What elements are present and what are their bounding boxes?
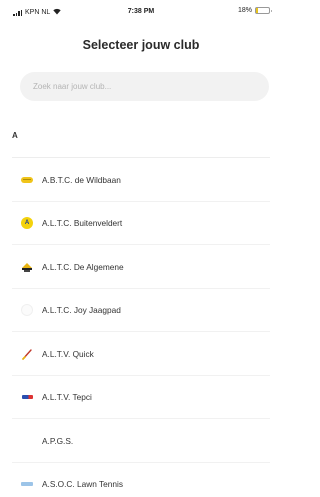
search-input[interactable]: [20, 72, 269, 101]
wildbaan-logo-icon: [21, 174, 33, 186]
status-bar: KPN NL 7:38 PM 18%: [0, 0, 282, 22]
club-item-altc-de-algemene[interactable]: A.L.T.C. De Algemene: [0, 245, 282, 289]
tepci-logo-icon: [21, 391, 33, 403]
club-name: A.L.T.V. Quick: [42, 348, 94, 359]
club-item-asoc-lawn-tennis[interactable]: A.S.O.C. Lawn Tennis: [0, 463, 282, 497]
battery-percent: 18%: [237, 7, 252, 14]
club-name: A.P.G.S.: [42, 435, 74, 446]
buitenveldert-logo-icon: A: [21, 217, 33, 230]
quick-logo-icon: [21, 348, 33, 360]
club-list: A.B.T.C. de Wildbaan A A.L.T.C. Buitenve…: [0, 158, 282, 497]
club-name: A.L.T.C. Joy Jaagpad: [42, 305, 121, 316]
club-name: A.L.T.C. Buitenveldert: [42, 218, 123, 229]
club-item-altc-joy-jaagpad[interactable]: A.L.T.C. Joy Jaagpad: [0, 289, 282, 333]
club-name: A.B.T.C. de Wildbaan: [42, 174, 121, 185]
club-item-altc-buitenveldert[interactable]: A A.L.T.C. Buitenveldert: [0, 202, 282, 246]
battery-icon: [255, 7, 272, 14]
club-select-screen: KPN NL 7:38 PM 18% Selecteer jouw club A…: [0, 0, 282, 497]
asoc-logo-icon: [21, 478, 33, 490]
club-item-altv-quick[interactable]: A.L.T.V. Quick: [0, 332, 282, 376]
apgs-logo-icon: [21, 435, 33, 447]
joy-jaagpad-logo-icon: [21, 304, 33, 317]
club-item-apgs[interactable]: A.P.G.S.: [0, 419, 282, 463]
club-item-abtc-de-wildbaan[interactable]: A.B.T.C. de Wildbaan: [0, 158, 282, 202]
club-name: A.S.O.C. Lawn Tennis: [42, 479, 124, 490]
club-item-altv-tepci[interactable]: A.L.T.V. Tepci: [0, 376, 282, 420]
section-header-a: A: [12, 131, 18, 140]
algemene-logo-icon: [21, 261, 33, 273]
status-right: 18%: [237, 7, 272, 14]
club-name: A.L.T.C. De Algemene: [42, 261, 124, 272]
page-title: Selecteer jouw club: [82, 38, 200, 52]
club-name: A.L.T.V. Tepci: [42, 392, 92, 403]
